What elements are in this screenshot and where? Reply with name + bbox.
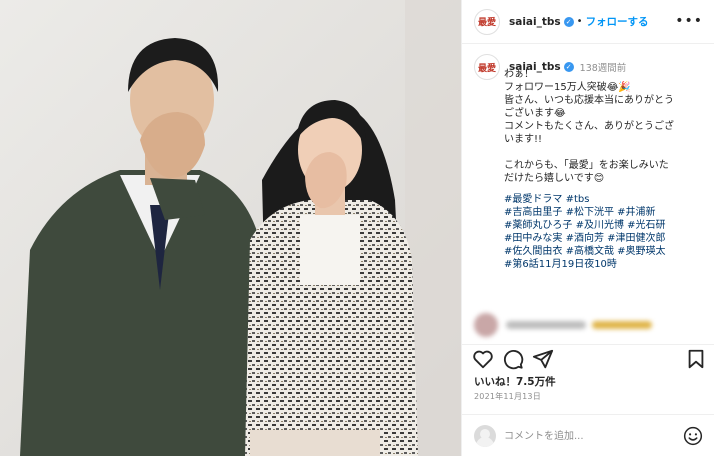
hashtag-link[interactable]: #光石研: [627, 220, 665, 231]
hashtag-link[interactable]: #吉高由里子: [504, 207, 562, 218]
post-header: 最愛 saiai_tbs ✓ • フォローする •••: [462, 0, 714, 44]
blurred-comment-emoji: [592, 321, 652, 329]
caption-text: わぁ！ フォロワー15万人突破😂🎉 皆さん、いつも応援本当にありがとう ございま…: [504, 69, 674, 184]
hashtag-link[interactable]: #田中みな実: [504, 233, 562, 244]
smiley-icon[interactable]: [683, 426, 703, 446]
hashtag-link[interactable]: #奥野瑛太: [617, 246, 665, 257]
post-side-panel: 最愛 saiai_tbs ✓ • フォローする ••• 最愛 saiai_tbs…: [461, 0, 714, 456]
hashtag-link[interactable]: #酒向芳: [566, 233, 604, 244]
hashtag-link[interactable]: #井浦新: [617, 207, 655, 218]
separator-dot: •: [576, 16, 583, 27]
post-date[interactable]: 2021年11月13日: [474, 391, 541, 402]
share-icon[interactable]: [532, 348, 554, 370]
hashtag-link[interactable]: #薬師丸ひろ子: [504, 220, 572, 231]
blurred-comment-text: [506, 321, 586, 329]
verified-badge-icon: ✓: [563, 62, 574, 72]
post-actions: [472, 348, 707, 370]
account-username[interactable]: saiai_tbs: [509, 16, 561, 28]
hashtag-link[interactable]: #松下洸平: [566, 207, 614, 218]
bookmark-icon[interactable]: [685, 348, 707, 370]
hashtag-link[interactable]: #最愛ドラマ: [504, 194, 562, 205]
hashtag-link[interactable]: #佐久間由衣: [504, 246, 562, 257]
caption-time[interactable]: 138週間前: [580, 60, 627, 74]
follow-button[interactable]: フォローする: [586, 14, 649, 29]
photo-illustration: [0, 0, 461, 456]
post-photo[interactable]: [0, 0, 461, 456]
comment-icon[interactable]: [502, 348, 524, 370]
post-caption: 最愛 saiai_tbs ✓ 138週間前 わぁ！ フォロワー15万人突破😂🎉 …: [474, 54, 706, 271]
comment-input[interactable]: [504, 428, 664, 444]
blurred-comment: [474, 308, 706, 342]
hashtag-link[interactable]: #及川光博: [576, 220, 624, 231]
hashtag-link[interactable]: #津田健次郎: [607, 233, 665, 244]
hashtag-link[interactable]: #高橋文哉: [566, 246, 614, 257]
comment-bar: [462, 414, 714, 456]
commenter-avatar: [474, 313, 498, 337]
caption-avatar[interactable]: 最愛: [474, 54, 500, 80]
hashtag-list: #最愛ドラマ #tbs #吉高由里子 #松下洸平 #井浦新 #薬師丸ひろ子 #及…: [504, 193, 706, 271]
user-avatar: [474, 425, 496, 447]
likes-count[interactable]: いいね！7.5万件: [474, 374, 556, 389]
verified-badge-icon: ✓: [563, 16, 574, 27]
heart-icon[interactable]: [472, 348, 494, 370]
hashtag-link[interactable]: #第6話11月19日夜10時: [504, 259, 617, 270]
divider: [462, 344, 714, 345]
account-avatar[interactable]: 最愛: [474, 8, 500, 35]
more-options-icon[interactable]: •••: [675, 14, 703, 28]
hashtag-link[interactable]: #tbs: [566, 194, 590, 205]
